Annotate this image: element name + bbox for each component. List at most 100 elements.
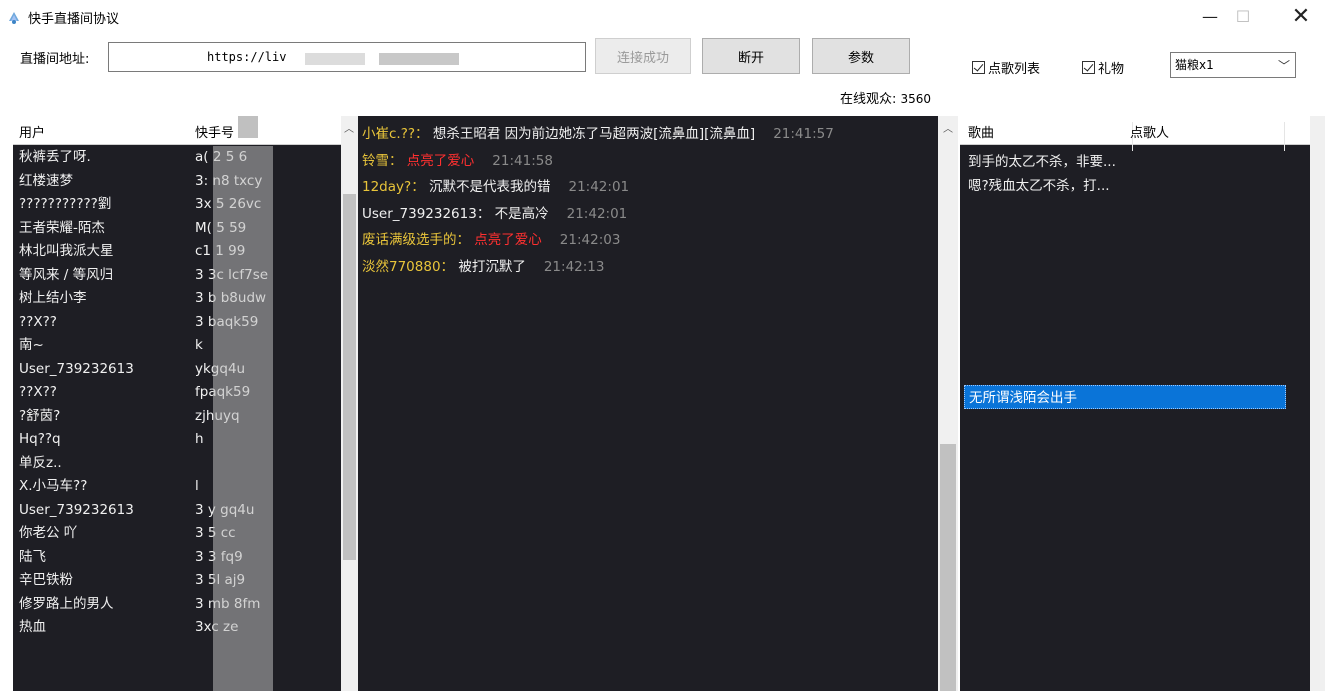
- user-row[interactable]: 秋裤丢了呀.a( 2 5 6: [13, 146, 341, 170]
- user-name: ??X??: [19, 313, 57, 330]
- user-list-scrollbar[interactable]: ︿: [341, 116, 358, 691]
- user-row[interactable]: ??X?? fpaqk59: [13, 381, 341, 405]
- chat-message: 12day?： 沉默不是代表我的错 21:42:01: [362, 175, 629, 195]
- user-row[interactable]: 林北叫我派大星c1 1 99: [13, 240, 341, 264]
- user-row[interactable]: 南~ k: [13, 334, 341, 358]
- gift-checkbox[interactable]: 礼物: [1082, 58, 1124, 77]
- user-row[interactable]: User_7392326133 y gq4u: [13, 499, 341, 523]
- chat-message: User_739232613： 不是高冷 21:42:01: [362, 202, 627, 222]
- disconnect-button[interactable]: 断开: [702, 38, 800, 74]
- user-name: 热血: [19, 619, 46, 635]
- chat-separator: ：: [411, 179, 429, 195]
- user-row[interactable]: ?舒茵? zjhuyq: [13, 405, 341, 429]
- chat-user: User_739232613: [362, 205, 477, 222]
- user-name: ??X??: [19, 384, 57, 400]
- chat-user: 废话满级选手的: [362, 232, 457, 248]
- column-header-id[interactable]: 快手号: [195, 122, 234, 141]
- chat-message: 废话满级选手的： 点亮了爱心 21:42:03: [362, 228, 620, 248]
- gift-select-value: 猫粮x1: [1175, 58, 1214, 72]
- user-row[interactable]: 辛巴铁粉3 5l aj9: [13, 569, 341, 593]
- chat-separator: ：: [440, 258, 459, 275]
- address-label: 直播间地址:: [20, 52, 90, 67]
- chat-message: 淡然770880： 被打沉默了 21:42:13: [362, 255, 604, 275]
- user-row[interactable]: 单反z..: [13, 452, 341, 476]
- user-row[interactable]: 红楼速梦3: n8 txcy: [13, 170, 341, 194]
- user-name: ?舒茵?: [19, 407, 61, 424]
- scrollbar-thumb[interactable]: [940, 444, 956, 691]
- user-name: ???????????劉: [19, 196, 112, 212]
- song-selected-row[interactable]: 无所谓浅陌会出手: [964, 385, 1286, 409]
- song-row[interactable]: 嗯?残血太乙不杀，打...: [968, 174, 1110, 194]
- chat-text: 点亮了爱心: [474, 232, 542, 248]
- chat-separator: ：: [415, 126, 433, 142]
- user-name: 单反z..: [19, 454, 62, 471]
- user-row[interactable]: 修罗路上的男人3 mb 8fm: [13, 593, 341, 617]
- song-list-checkbox[interactable]: 点歌列表: [972, 58, 1040, 77]
- params-button[interactable]: 参数: [812, 38, 910, 74]
- chat-separator: ：: [389, 152, 407, 169]
- user-row[interactable]: ???????????劉3x 5 26vc: [13, 193, 341, 217]
- song-list-header: 歌曲 点歌人: [960, 116, 1310, 151]
- viewers-label: 在线观众:: [840, 92, 897, 107]
- user-list: 用户 快手号 秋裤丢了呀.a( 2 5 6红楼速梦3: n8 txcy?????…: [13, 116, 358, 691]
- chevron-down-icon: ﹀: [1277, 59, 1290, 73]
- user-row[interactable]: 热血3xc ze: [13, 616, 341, 640]
- viewer-count: 在线观众: 3560: [840, 88, 931, 107]
- scrollbar-thumb[interactable]: [343, 194, 356, 560]
- chat-text: 沉默不是代表我的错: [428, 179, 551, 195]
- chat-scrollbar[interactable]: ︿: [938, 116, 958, 691]
- user-name: 林北叫我派大星: [19, 243, 114, 259]
- gift-select[interactable]: 猫粮x1 ﹀: [1170, 52, 1296, 78]
- chat-user: 12day?: [362, 179, 412, 195]
- scroll-up-icon[interactable]: ︿: [344, 120, 354, 135]
- user-name: 南~: [19, 337, 44, 353]
- close-button[interactable]: ✕: [1278, 0, 1324, 32]
- title-bar: 快手直播间协议 — ☐ ✕: [0, 0, 1325, 34]
- user-kuaishou-id: k: [195, 337, 203, 353]
- window-title: 快手直播间协议: [28, 12, 120, 27]
- redaction-block: [379, 53, 459, 65]
- song-list-label: 点歌列表: [988, 62, 1041, 77]
- user-row[interactable]: Hq??q h: [13, 428, 341, 452]
- user-row[interactable]: X.小马车?? l: [13, 475, 341, 499]
- chat-timestamp: 21:42:13: [543, 258, 605, 275]
- chat-separator: ：: [476, 205, 495, 222]
- user-kuaishou-id: l: [195, 478, 199, 494]
- redaction-block: [305, 53, 365, 65]
- redaction-block: [213, 146, 273, 691]
- redaction-block: [238, 116, 258, 138]
- scroll-up-icon[interactable]: ︿: [943, 120, 953, 135]
- address-input[interactable]: https://liv: [108, 42, 586, 72]
- user-name: User_739232613: [19, 360, 134, 377]
- column-header-song[interactable]: 歌曲: [968, 122, 994, 141]
- user-name: 修罗路上的男人: [19, 595, 114, 612]
- checkbox-checked-icon: [1082, 61, 1095, 74]
- user-name: 红楼速梦: [19, 172, 73, 189]
- user-name: X.小马车??: [19, 478, 88, 494]
- chat-message: 小崔c.??： 想杀王昭君 因为前边她冻了马超两波[流鼻血][流鼻血] 21:41…: [362, 122, 834, 142]
- chat-separator: ：: [456, 232, 475, 248]
- user-row[interactable]: 陆飞3 3 fq9: [13, 546, 341, 570]
- user-row[interactable]: User_739232613 ykgq4u: [13, 358, 341, 382]
- chat-text: 点亮了爱心: [406, 152, 475, 169]
- user-row[interactable]: 王者荣耀-陌杰M( 5 59: [13, 217, 341, 241]
- column-header-user[interactable]: 用户: [19, 122, 45, 141]
- user-name: 王者荣耀-陌杰: [19, 219, 105, 236]
- user-name: Hq??q: [19, 431, 61, 447]
- maximize-button[interactable]: ☐: [1220, 0, 1266, 32]
- viewers-value: 3560: [900, 92, 932, 106]
- chat-user: 小崔c.??: [362, 126, 416, 142]
- user-row[interactable]: ??X??3 baqk59: [13, 311, 341, 335]
- user-rows: 秋裤丢了呀.a( 2 5 6红楼速梦3: n8 txcy???????????劉…: [13, 146, 341, 640]
- address-value: https://liv: [207, 50, 287, 64]
- user-name: 秋裤丢了呀.: [19, 149, 91, 165]
- app-icon: [9, 12, 19, 24]
- user-row[interactable]: 你老公 吖3 5 cc: [13, 522, 341, 546]
- song-row[interactable]: 到手的太乙不杀，非要...: [968, 150, 1116, 170]
- user-row[interactable]: 树上结小李3 b b8udw: [13, 287, 341, 311]
- chat-timestamp: 21:42:03: [559, 232, 621, 248]
- connect-button[interactable]: 连接成功: [595, 38, 691, 74]
- chat-timestamp: 21:41:57: [773, 126, 834, 142]
- column-header-requester[interactable]: 点歌人: [1130, 122, 1169, 141]
- user-row[interactable]: 等风来 / 等风归3 3c lcf7se: [13, 264, 341, 288]
